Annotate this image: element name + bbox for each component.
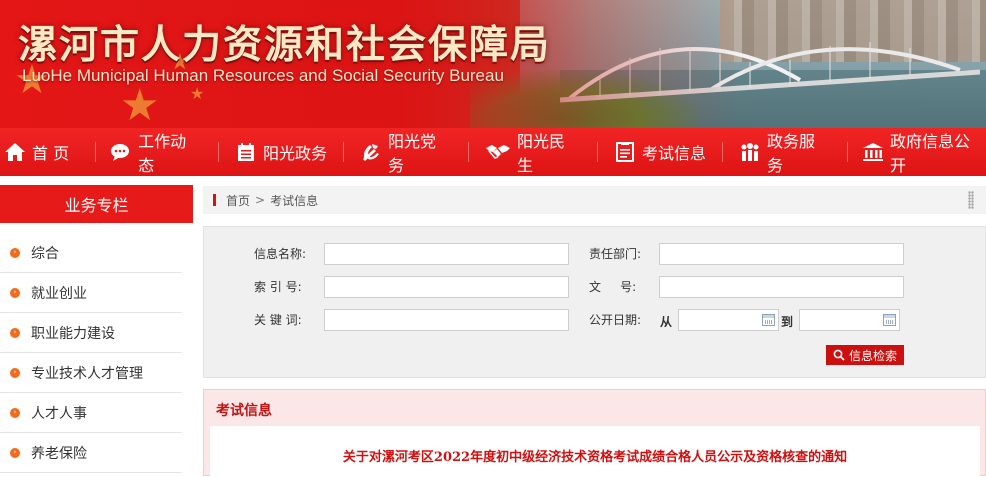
people-icon [739, 141, 761, 163]
date-to-input[interactable] [799, 309, 900, 331]
search-icon [833, 349, 845, 361]
nav-item-label: 阳光政务 [263, 144, 328, 163]
breadcrumb-home-link[interactable]: 首页 [226, 192, 250, 209]
dept-label: 责任部门: [589, 247, 642, 261]
breadcrumb-current: 考试信息 [270, 193, 319, 208]
date-to-label: 到 [781, 315, 794, 329]
info-search-form: 信息名称: 责任部门: 索 引 号: 文 号: 关 键 词: 公开日期: 从 到… [203, 226, 986, 378]
star-decoration: ★ [190, 84, 205, 103]
nav-divider [343, 142, 345, 162]
sidebar-item-label: 就业创业 [31, 285, 87, 302]
sidebar-item-employment[interactable]: › 就业创业 [0, 273, 182, 313]
exam-info-panel: 考试信息 关于对漯河考区2022年度初中级经济技术资格考试成绩合格人员公示及资格… [203, 389, 986, 477]
sidebar-item-label: 人才人事 [31, 405, 87, 422]
sidebar-item-label: 职业能力建设 [31, 325, 115, 342]
home-icon [4, 141, 26, 163]
doc-no-label: 文 号: [589, 280, 637, 294]
calendar-icon[interactable] [883, 314, 896, 326]
sidebar-menu: › 综合 › 就业创业 › 职业能力建设 › 专业技术人才管理 › 人才人事 ›… [0, 233, 182, 473]
index-no-input[interactable] [324, 276, 569, 298]
bullet-arrow-icon: › [10, 367, 20, 378]
doc-no-input[interactable] [659, 276, 904, 298]
main-nav: 首 页 工作动态 阳光政务 阳光党务 阳光民生 考试信息 政务服务 政府信息公开 [0, 128, 986, 176]
bullet-arrow-icon: › [10, 407, 20, 418]
nav-item-label: 政府信息公开 [889, 132, 970, 175]
date-from-input[interactable] [678, 309, 779, 331]
star-decoration: ★ [120, 80, 160, 128]
search-button-label: 信息检索 [848, 348, 897, 363]
nav-divider [218, 142, 220, 162]
government-building-icon [862, 141, 884, 163]
nav-divider [722, 142, 723, 162]
nav-item-label: 工作动态 [138, 132, 187, 175]
bullet-arrow-icon: › [10, 247, 20, 258]
keyword-label: 关 键 词: [254, 313, 302, 327]
publish-date-label: 公开日期: [589, 313, 642, 327]
site-title-cn: 漯河市人力资源和社会保障局 [18, 22, 552, 68]
nav-item-label: 考试信息 [642, 144, 707, 163]
calendar-icon[interactable] [762, 314, 775, 326]
sidebar-item-label: 专业技术人才管理 [31, 365, 143, 382]
bullet-arrow-icon: › [10, 327, 20, 338]
index-no-label: 索 引 号: [254, 280, 302, 294]
breadcrumb: 首页 > 考试信息 [203, 186, 986, 214]
breadcrumb-marker [213, 194, 216, 206]
nav-item-exam-info[interactable]: 考试信息 [614, 128, 706, 176]
sidebar-item-professional-talent[interactable]: › 专业技术人才管理 [0, 353, 182, 393]
nav-divider [468, 142, 470, 162]
nav-item-label: 政务服务 [767, 132, 816, 175]
info-name-label: 信息名称: [254, 247, 307, 261]
panel-title: 考试信息 [216, 403, 272, 419]
list-item[interactable]: 关于对漯河考区2022年度初中级经济技术资格考试成绩合格人员公示及资格核查的通知 [210, 446, 980, 465]
sidebar-item-personnel[interactable]: › 人才人事 [0, 393, 182, 433]
dept-input[interactable] [659, 243, 904, 265]
nav-item-work-news[interactable]: 工作动态 [110, 128, 202, 176]
site-title-en: LuoHe Municipal Human Resources and Soci… [22, 66, 504, 85]
nav-divider [597, 142, 599, 162]
grip-icon [968, 191, 974, 209]
nav-item-gov-info-disclosure[interactable]: 政府信息公开 [862, 128, 986, 176]
nav-divider [95, 142, 97, 162]
sidebar-item-pension[interactable]: › 养老保险 [0, 433, 182, 473]
bullet-arrow-icon: › [10, 447, 20, 458]
result-list: 关于对漯河考区2022年度初中级经济技术资格考试成绩合格人员公示及资格核查的通知 [210, 426, 980, 477]
nav-item-gov-services[interactable]: 政务服务 [739, 128, 831, 176]
nav-item-home[interactable]: 首 页 [4, 128, 69, 176]
calendar-icon [235, 141, 257, 163]
info-search-button[interactable]: 信息检索 [826, 345, 904, 365]
nav-divider [846, 142, 848, 162]
site-banner: ★ ★ ★ ★ 漯河市人力资源和社会保障局 LuoHe Municipal Hu… [0, 0, 986, 128]
breadcrumb-separator: > [255, 193, 266, 207]
party-emblem-icon [360, 141, 382, 163]
sidebar-title: 业务专栏 [0, 185, 193, 223]
nav-item-livelihood[interactable]: 阳光民生 [485, 128, 581, 176]
handshake-icon [485, 141, 511, 163]
nav-item-label: 首 页 [32, 144, 70, 163]
sidebar-item-general[interactable]: › 综合 [0, 233, 182, 273]
nav-item-party-affairs[interactable]: 阳光党务 [360, 128, 452, 176]
nav-item-sunshine-affairs[interactable]: 阳光政务 [235, 128, 327, 176]
nav-item-label: 阳光党务 [388, 132, 437, 175]
sidebar-item-label: 养老保险 [31, 445, 87, 462]
sidebar-item-vocational-skills[interactable]: › 职业能力建设 [0, 313, 182, 353]
sidebar-item-label: 综合 [31, 245, 59, 262]
nav-item-label: 阳光民生 [517, 132, 566, 175]
bullet-arrow-icon: › [10, 287, 20, 298]
date-from-label: 从 [660, 315, 673, 329]
document-icon [614, 141, 636, 163]
chat-icon [110, 141, 132, 163]
keyword-input[interactable] [324, 309, 569, 331]
info-name-input[interactable] [324, 243, 569, 265]
